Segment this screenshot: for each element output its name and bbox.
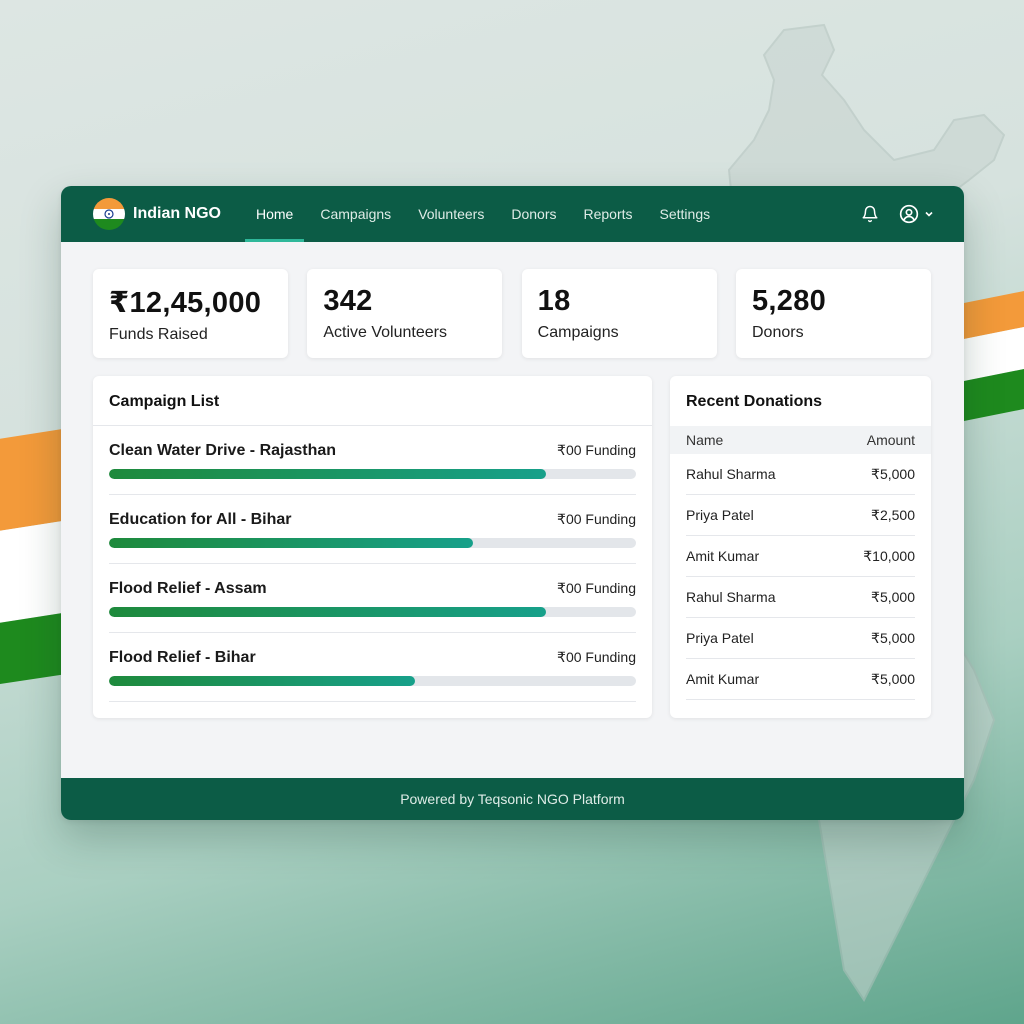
campaign-funding: ₹00 Funding — [557, 511, 636, 527]
campaign-list: Clean Water Drive - Rajasthan ₹00 Fundin… — [93, 426, 652, 702]
campaign-list-panel: Campaign List Clean Water Drive - Rajast… — [93, 376, 652, 718]
table-row[interactable]: Priya Patel ₹2,500 — [686, 495, 915, 536]
stat-card-donors: 5,280 Donors — [735, 269, 931, 358]
column-header-name: Name — [686, 432, 724, 448]
campaign-funding: ₹00 Funding — [557, 649, 636, 665]
table-row[interactable]: Rahul Sharma ₹5,000 — [686, 577, 915, 618]
table-row[interactable]: Amit Kumar ₹10,000 — [686, 536, 915, 577]
campaign-name: Education for All - Bihar — [109, 511, 292, 528]
nav-volunteers[interactable]: Volunteers — [407, 186, 495, 242]
donation-amount: ₹5,000 — [871, 630, 915, 646]
stat-label: Funds Raised — [109, 326, 208, 343]
donor-name: Priya Patel — [686, 507, 754, 523]
chevron-down-icon — [924, 209, 934, 219]
table-row[interactable]: Rahul Sharma ₹5,000 — [686, 454, 915, 495]
user-circle-icon — [899, 204, 919, 224]
campaign-name: Clean Water Drive - Rajasthan — [109, 442, 337, 459]
table-row[interactable]: Amit Kumar ₹5,000 — [686, 659, 915, 700]
stat-value: 18 — [537, 285, 571, 317]
donation-amount: ₹5,000 — [871, 671, 915, 687]
flag-ribbon-right — [954, 291, 1024, 423]
donation-amount: ₹5,000 — [871, 466, 915, 482]
nav-donors[interactable]: Donors — [500, 186, 567, 242]
donor-name: Priya Patel — [686, 630, 754, 646]
campaign-name: Flood Relief - Bihar — [109, 649, 256, 666]
campaign-funding: ₹00 Funding — [557, 580, 636, 596]
bell-icon[interactable] — [861, 205, 879, 223]
top-actions — [861, 186, 934, 242]
footer: Powered by Teqsonic NGO Platform — [61, 778, 964, 820]
stat-card-volunteers: 342 Active Volunteers — [307, 269, 503, 358]
campaign-name: Flood Relief - Assam — [109, 580, 267, 597]
nav-settings[interactable]: Settings — [649, 186, 722, 242]
main-content: ₹12,45,000 Funds Raised 342 Active Volun… — [93, 269, 931, 718]
donor-name: Amit Kumar — [686, 548, 760, 564]
stat-value: 5,280 — [751, 285, 827, 317]
stat-label: Campaigns — [537, 324, 619, 341]
progress-track — [109, 607, 636, 617]
table-row[interactable]: Priya Patel ₹5,000 — [686, 618, 915, 659]
donations-table-body: Rahul Sharma ₹5,000 Priya Patel ₹2,500 A… — [670, 454, 931, 700]
campaign-funding: ₹00 Funding — [557, 442, 636, 458]
brand-name: Indian NGO — [133, 205, 221, 222]
column-header-amount: Amount — [866, 432, 915, 448]
stats-row: ₹12,45,000 Funds Raised 342 Active Volun… — [93, 269, 931, 358]
account-menu[interactable] — [899, 204, 934, 224]
campaign-item[interactable]: Clean Water Drive - Rajasthan ₹00 Fundin… — [109, 426, 636, 495]
campaign-item[interactable]: Flood Relief - Bihar ₹00 Funding — [109, 633, 636, 702]
progress-track — [109, 538, 636, 548]
panel-title: Recent Donations — [686, 393, 823, 410]
progress-fill — [109, 538, 473, 548]
donor-name: Rahul Sharma — [686, 589, 776, 605]
nav-reports[interactable]: Reports — [573, 186, 644, 242]
nav-campaigns[interactable]: Campaigns — [309, 186, 402, 242]
donation-amount: ₹10,000 — [863, 548, 915, 564]
donations-table-header: Name Amount — [670, 426, 931, 454]
india-flag-logo-icon — [93, 198, 125, 230]
campaign-item[interactable]: Education for All - Bihar ₹00 Funding — [109, 495, 636, 564]
campaign-item[interactable]: Flood Relief - Assam ₹00 Funding — [109, 564, 636, 633]
stat-label: Donors — [751, 324, 804, 341]
progress-fill — [109, 469, 547, 479]
donation-amount: ₹2,500 — [871, 507, 915, 523]
dashboard-window: Indian NGO Home Campaigns Volunteers Don… — [61, 186, 964, 820]
stat-value: ₹12,45,000 — [109, 287, 262, 319]
donation-amount: ₹5,000 — [871, 589, 915, 605]
top-navigation-bar: Indian NGO Home Campaigns Volunteers Don… — [61, 186, 964, 242]
nav-home[interactable]: Home — [245, 186, 305, 242]
progress-fill — [109, 676, 415, 686]
stat-card-campaigns: 18 Campaigns — [521, 269, 717, 358]
panel-title: Campaign List — [93, 376, 652, 426]
brand[interactable]: Indian NGO — [93, 198, 245, 230]
stat-value: 342 — [323, 285, 373, 317]
stat-label: Active Volunteers — [323, 324, 447, 341]
progress-track — [109, 469, 636, 479]
donor-name: Amit Kumar — [686, 671, 760, 687]
panels-row: Campaign List Clean Water Drive - Rajast… — [93, 376, 931, 718]
progress-fill — [109, 607, 547, 617]
recent-donations-panel: Recent Donations Name Amount Rahul Sharm… — [670, 376, 931, 718]
stat-card-funds: ₹12,45,000 Funds Raised — [93, 269, 288, 358]
progress-track — [109, 676, 636, 686]
main-nav: Home Campaigns Volunteers Donors Reports… — [245, 186, 726, 242]
donor-name: Rahul Sharma — [686, 466, 776, 482]
